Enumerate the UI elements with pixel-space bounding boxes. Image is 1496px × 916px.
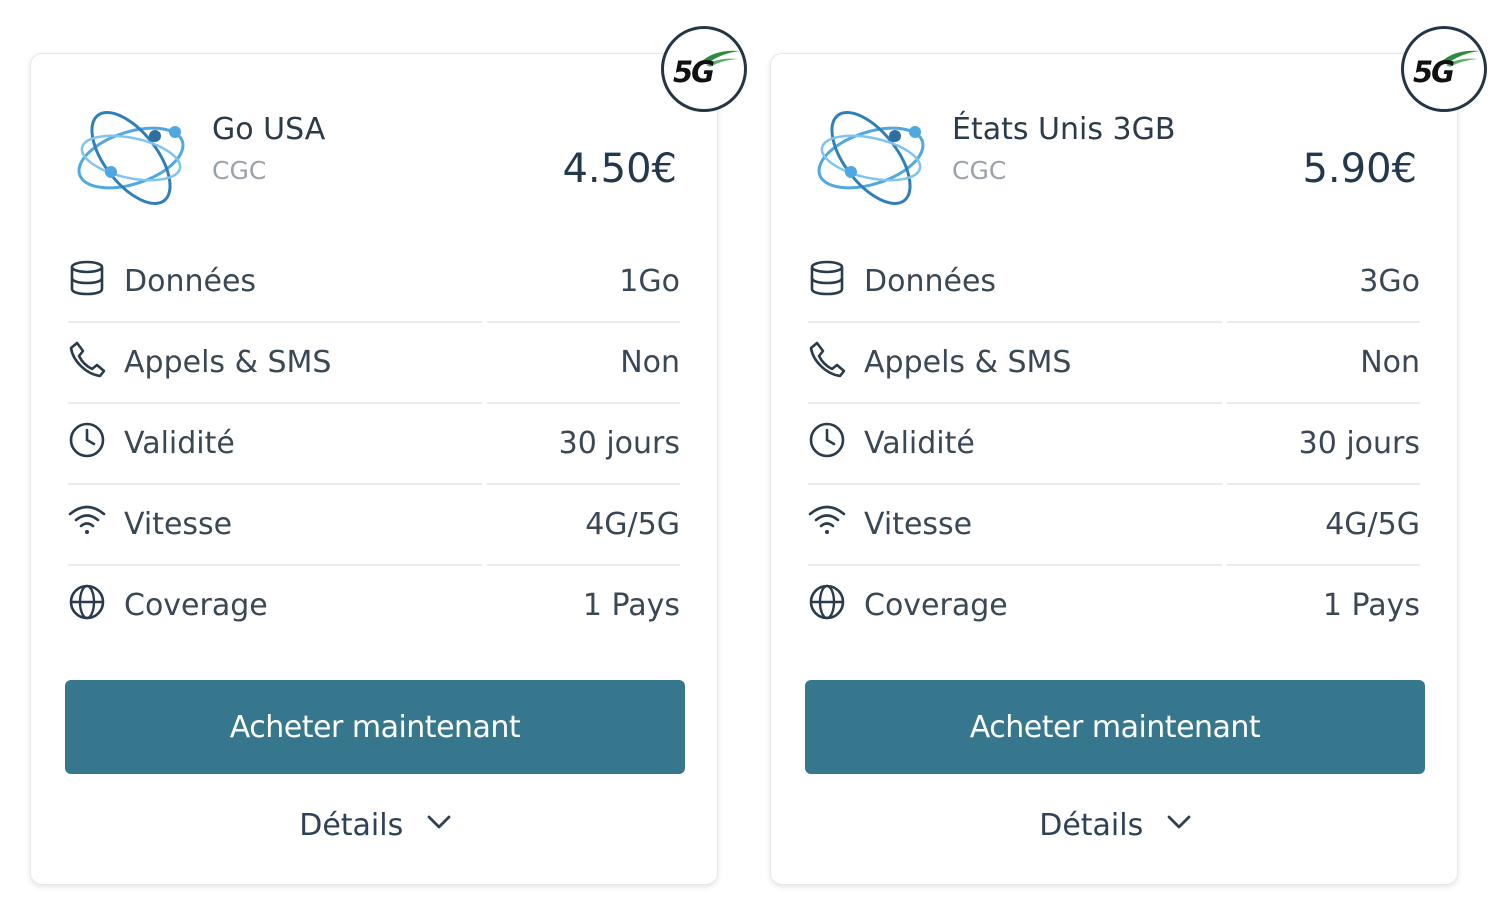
feature-value: 30 jours [558, 426, 680, 461]
5g-badge-label: 5G [673, 55, 715, 89]
chevron-down-icon [1167, 815, 1191, 828]
feature-row-validity: Validité 30 jours [808, 404, 1420, 485]
feature-value: 30 jours [1298, 426, 1420, 461]
feature-value: Non [620, 345, 680, 380]
feature-value: Non [1360, 345, 1420, 380]
feature-row-data: Données 1Go [68, 242, 680, 323]
carrier-name: CGC [952, 156, 1007, 185]
feature-label: Appels & SMS [124, 345, 332, 380]
feature-value: 3Go [1359, 264, 1420, 299]
5g-badge: 5G [1401, 26, 1487, 112]
feature-value: 4G/5G [585, 507, 680, 542]
feature-label: Validité [124, 426, 235, 461]
carrier-logo-icon [817, 111, 925, 205]
feature-label: Appels & SMS [864, 345, 1072, 380]
feature-label: Vitesse [864, 507, 973, 542]
feature-row-speed: Vitesse 4G/5G [808, 485, 1420, 566]
feature-row-coverage: Coverage 1 Pays [808, 566, 1420, 647]
feature-row-validity: Validité 30 jours [68, 404, 680, 485]
wifi-icon [68, 505, 106, 534]
feature-row-calls: Appels & SMS Non [808, 323, 1420, 404]
feature-value: 1 Pays [1322, 588, 1420, 623]
buy-now-button[interactable]: Acheter maintenant [805, 680, 1425, 774]
5g-badge: 5G [661, 26, 747, 112]
globe-icon [809, 584, 845, 620]
phone-icon [809, 341, 846, 378]
feature-label: Coverage [864, 588, 1008, 623]
details-toggle[interactable]: Détails [31, 808, 719, 843]
plan-price: 5.90€ [1302, 146, 1417, 192]
plan-card: 5G Go USA CGC 4.50€ Données 1Go Appels &… [30, 26, 747, 885]
details-toggle[interactable]: Détails [771, 808, 1459, 843]
plans-grid: 5G Go USA CGC 4.50€ Données 1Go Appels &… [0, 0, 1496, 916]
feature-label: Validité [864, 426, 975, 461]
feature-row-data: Données 3Go [808, 242, 1420, 323]
buy-now-button[interactable]: Acheter maintenant [65, 680, 685, 774]
chevron-down-icon [427, 815, 451, 828]
database-icon [70, 260, 104, 296]
plan-name: Go USA [212, 112, 326, 147]
feature-value: 1Go [619, 264, 680, 299]
feature-label: Vitesse [124, 507, 233, 542]
feature-value: 4G/5G [1325, 507, 1420, 542]
plan-card: 5G États Unis 3GB CGC 5.90€ Données 3Go [770, 26, 1487, 885]
plan-price: 4.50€ [562, 146, 677, 192]
clock-icon [69, 422, 105, 458]
database-icon [810, 260, 844, 296]
details-label: Détails [299, 808, 404, 843]
feature-label: Données [864, 264, 997, 299]
globe-icon [69, 584, 105, 620]
5g-badge-label: 5G [1413, 55, 1455, 89]
plan-features: Données 1Go Appels & SMS Non Validité 30… [68, 242, 680, 647]
phone-icon [69, 341, 106, 378]
carrier-logo-icon [77, 111, 185, 205]
feature-row-coverage: Coverage 1 Pays [68, 566, 680, 647]
details-label: Détails [1039, 808, 1144, 843]
carrier-name: CGC [212, 156, 267, 185]
feature-row-calls: Appels & SMS Non [68, 323, 680, 404]
feature-label: Coverage [124, 588, 268, 623]
feature-row-speed: Vitesse 4G/5G [68, 485, 680, 566]
plan-name: États Unis 3GB [952, 112, 1176, 147]
plan-features: Données 3Go Appels & SMS Non Validité 30… [808, 242, 1420, 647]
feature-label: Données [124, 264, 257, 299]
clock-icon [809, 422, 845, 458]
feature-value: 1 Pays [582, 588, 680, 623]
wifi-icon [808, 505, 846, 534]
